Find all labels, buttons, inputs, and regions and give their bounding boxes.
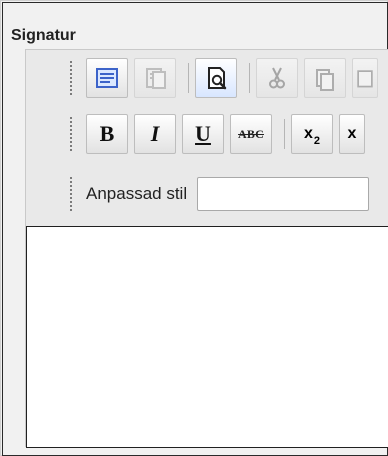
paste-icon [357, 70, 373, 88]
cut-button[interactable] [256, 58, 298, 98]
templates-icon [146, 68, 166, 89]
toolbar-grip[interactable] [70, 117, 76, 151]
toolbar-row-1 [70, 58, 378, 98]
panel-title: Signatur [11, 27, 76, 44]
copy-button[interactable] [304, 58, 346, 98]
toolbar-row-2: B I U ABC x2 x [70, 114, 365, 154]
subscript-x: x [303, 125, 313, 142]
signature-panel: Signatur B I U ABC x2 x Anpassad stil [0, 0, 388, 456]
copy-icon [316, 69, 334, 91]
source-button[interactable] [86, 58, 128, 98]
toolbar-separator [284, 119, 285, 149]
toolbar-grip[interactable] [70, 177, 76, 211]
templates-button[interactable] [134, 58, 176, 98]
toolbar-separator [188, 63, 189, 93]
subscript-2: 2 [313, 135, 321, 147]
bold-label: B [99, 121, 115, 146]
italic-label: I [150, 121, 160, 146]
subscript-label: x2 [303, 125, 320, 147]
rich-text-editor: B I U ABC x2 x Anpassad stil [25, 49, 388, 448]
bold-button[interactable]: B [86, 114, 128, 154]
superscript-label: x [347, 125, 357, 142]
preview-icon [208, 67, 227, 90]
strikethrough-label: ABC [238, 126, 264, 141]
subscript-button[interactable]: x2 [291, 114, 333, 154]
underline-button[interactable]: U [182, 114, 224, 154]
custom-style-select[interactable] [197, 177, 370, 211]
italic-button[interactable]: I [134, 114, 176, 154]
style-row: Anpassad stil [70, 172, 370, 216]
cut-icon [269, 67, 285, 89]
source-icon [96, 68, 118, 88]
preview-button[interactable] [195, 58, 237, 98]
custom-style-label: Anpassad stil [86, 184, 188, 203]
strikethrough-button[interactable]: ABC [230, 114, 272, 154]
underline-label: U [195, 121, 211, 146]
paste-button[interactable] [352, 58, 378, 98]
toolbar-separator [249, 63, 250, 93]
superscript-button[interactable]: x [339, 114, 365, 154]
editor-toolbars: B I U ABC x2 x Anpassad stil [26, 50, 388, 226]
editor-content-area[interactable] [26, 226, 388, 448]
toolbar-grip[interactable] [70, 61, 76, 95]
